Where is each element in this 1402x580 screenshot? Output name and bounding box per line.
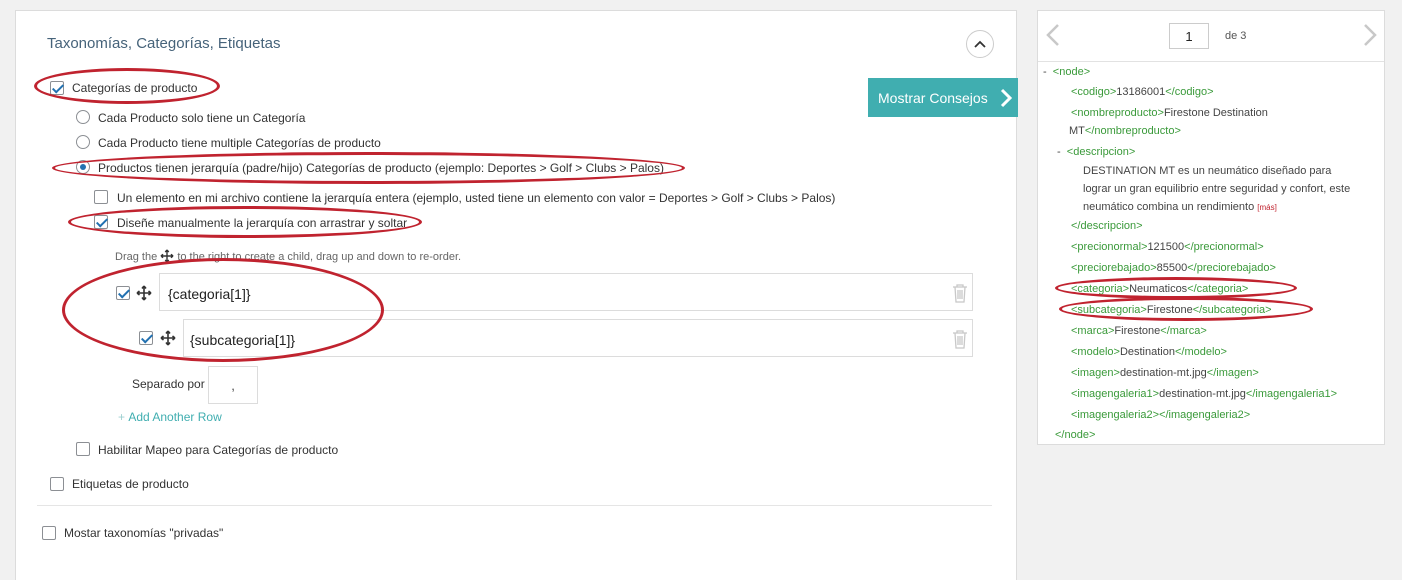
radio-single-category[interactable]	[76, 110, 90, 124]
collapse-button[interactable]	[966, 30, 994, 58]
drag-hint-before: Drag the	[115, 251, 158, 263]
chevron-left-icon	[1046, 24, 1059, 46]
trash-icon[interactable]	[951, 329, 969, 349]
prev-page-button[interactable]	[1046, 23, 1060, 51]
xml-desc-line3: neumático combina un rendimiento [más]	[1083, 201, 1277, 213]
product-tags-label: Etiquetas de producto	[72, 477, 189, 491]
private-taxonomies-label: Mostar taxonomías "privadas"	[64, 526, 224, 540]
single-element-label: Un elemento en mi archivo contiene la je…	[117, 191, 836, 205]
radio-single-label: Cada Producto solo tiene un Categoría	[98, 111, 306, 125]
xml-line-node-close: </node>	[1055, 429, 1096, 441]
radio-multiple-label: Cada Producto tiene multiple Categorías …	[98, 136, 381, 150]
xml-line-node: - <node>	[1043, 66, 1091, 78]
plus-icon: +	[118, 410, 129, 424]
page-number-input[interactable]: 1	[1169, 23, 1209, 49]
chevron-right-icon	[1364, 24, 1377, 46]
annotation-oval	[1055, 277, 1297, 299]
xml-line-descripcion: - <descripcion>	[1057, 146, 1136, 158]
chevron-right-icon	[1000, 88, 1012, 108]
single-element-checkbox[interactable]	[94, 190, 108, 204]
divider	[37, 505, 992, 506]
radio-multiple-categories[interactable]	[76, 135, 90, 149]
annotation-oval	[34, 68, 220, 104]
show-tips-label: Mostrar Consejos	[878, 89, 988, 106]
xml-line-nombre-cont: MT</nombreproducto>	[1069, 125, 1181, 137]
enable-mapping-label: Habilitar Mapeo para Categorías de produ…	[98, 443, 339, 457]
xml-line-imagengaleria2: <imagengaleria2></imagengaleria2>	[1071, 409, 1251, 421]
more-link[interactable]: [más]	[1257, 203, 1277, 212]
xml-line-rebajado: <preciorebajado>85500</preciorebajado>	[1071, 262, 1276, 274]
xml-line-imagengaleria1: <imagengaleria1>destination-mt.jpg</imag…	[1071, 388, 1338, 400]
xml-line-desc-close: </descripcion>	[1071, 220, 1143, 232]
xml-line-imagen: <imagen>destination-mt.jpg</imagen>	[1071, 367, 1259, 379]
xml-preview-panel: 1 de 3 - <node> <codigo>13186001</codigo…	[1037, 10, 1385, 445]
separator-label: Separado por	[132, 377, 205, 391]
next-page-button[interactable]	[1363, 23, 1377, 51]
xml-line-marca: <marca>Firestone</marca>	[1071, 325, 1207, 337]
page-count: de 3	[1225, 30, 1247, 42]
xml-line-precio: <precionormal>121500</precionormal>	[1071, 241, 1264, 253]
annotation-oval	[62, 258, 384, 362]
annotation-oval	[68, 206, 422, 238]
xml-toggle[interactable]: -	[1057, 146, 1061, 158]
xml-line-nombre: <nombreproducto>Firestone Destination	[1071, 107, 1268, 119]
annotation-oval	[1059, 297, 1313, 321]
enable-mapping-checkbox[interactable]	[76, 442, 90, 456]
separator-input[interactable]: ,	[208, 366, 258, 404]
private-taxonomies-checkbox[interactable]	[42, 526, 56, 540]
trash-icon[interactable]	[951, 283, 969, 303]
xml-desc-line2: lograr un gran equilibrio entre segurida…	[1083, 183, 1351, 195]
chevron-up-icon	[974, 40, 986, 48]
section-title: Taxonomías, Categorías, Etiquetas	[47, 35, 281, 52]
add-row-label: Add Another Row	[128, 410, 222, 424]
xml-line-codigo: <codigo>13186001</codigo>	[1071, 86, 1214, 98]
show-tips-button[interactable]: Mostrar Consejos	[868, 78, 1018, 117]
annotation-oval	[52, 152, 685, 184]
xml-desc-line1: DESTINATION MT es un neumático diseñado …	[1083, 165, 1332, 177]
xml-line-modelo: <modelo>Destination</modelo>	[1071, 346, 1227, 358]
product-tags-checkbox[interactable]	[50, 477, 64, 491]
add-row-button[interactable]: + Add Another Row	[118, 410, 222, 424]
xml-toggle[interactable]: -	[1043, 66, 1047, 78]
